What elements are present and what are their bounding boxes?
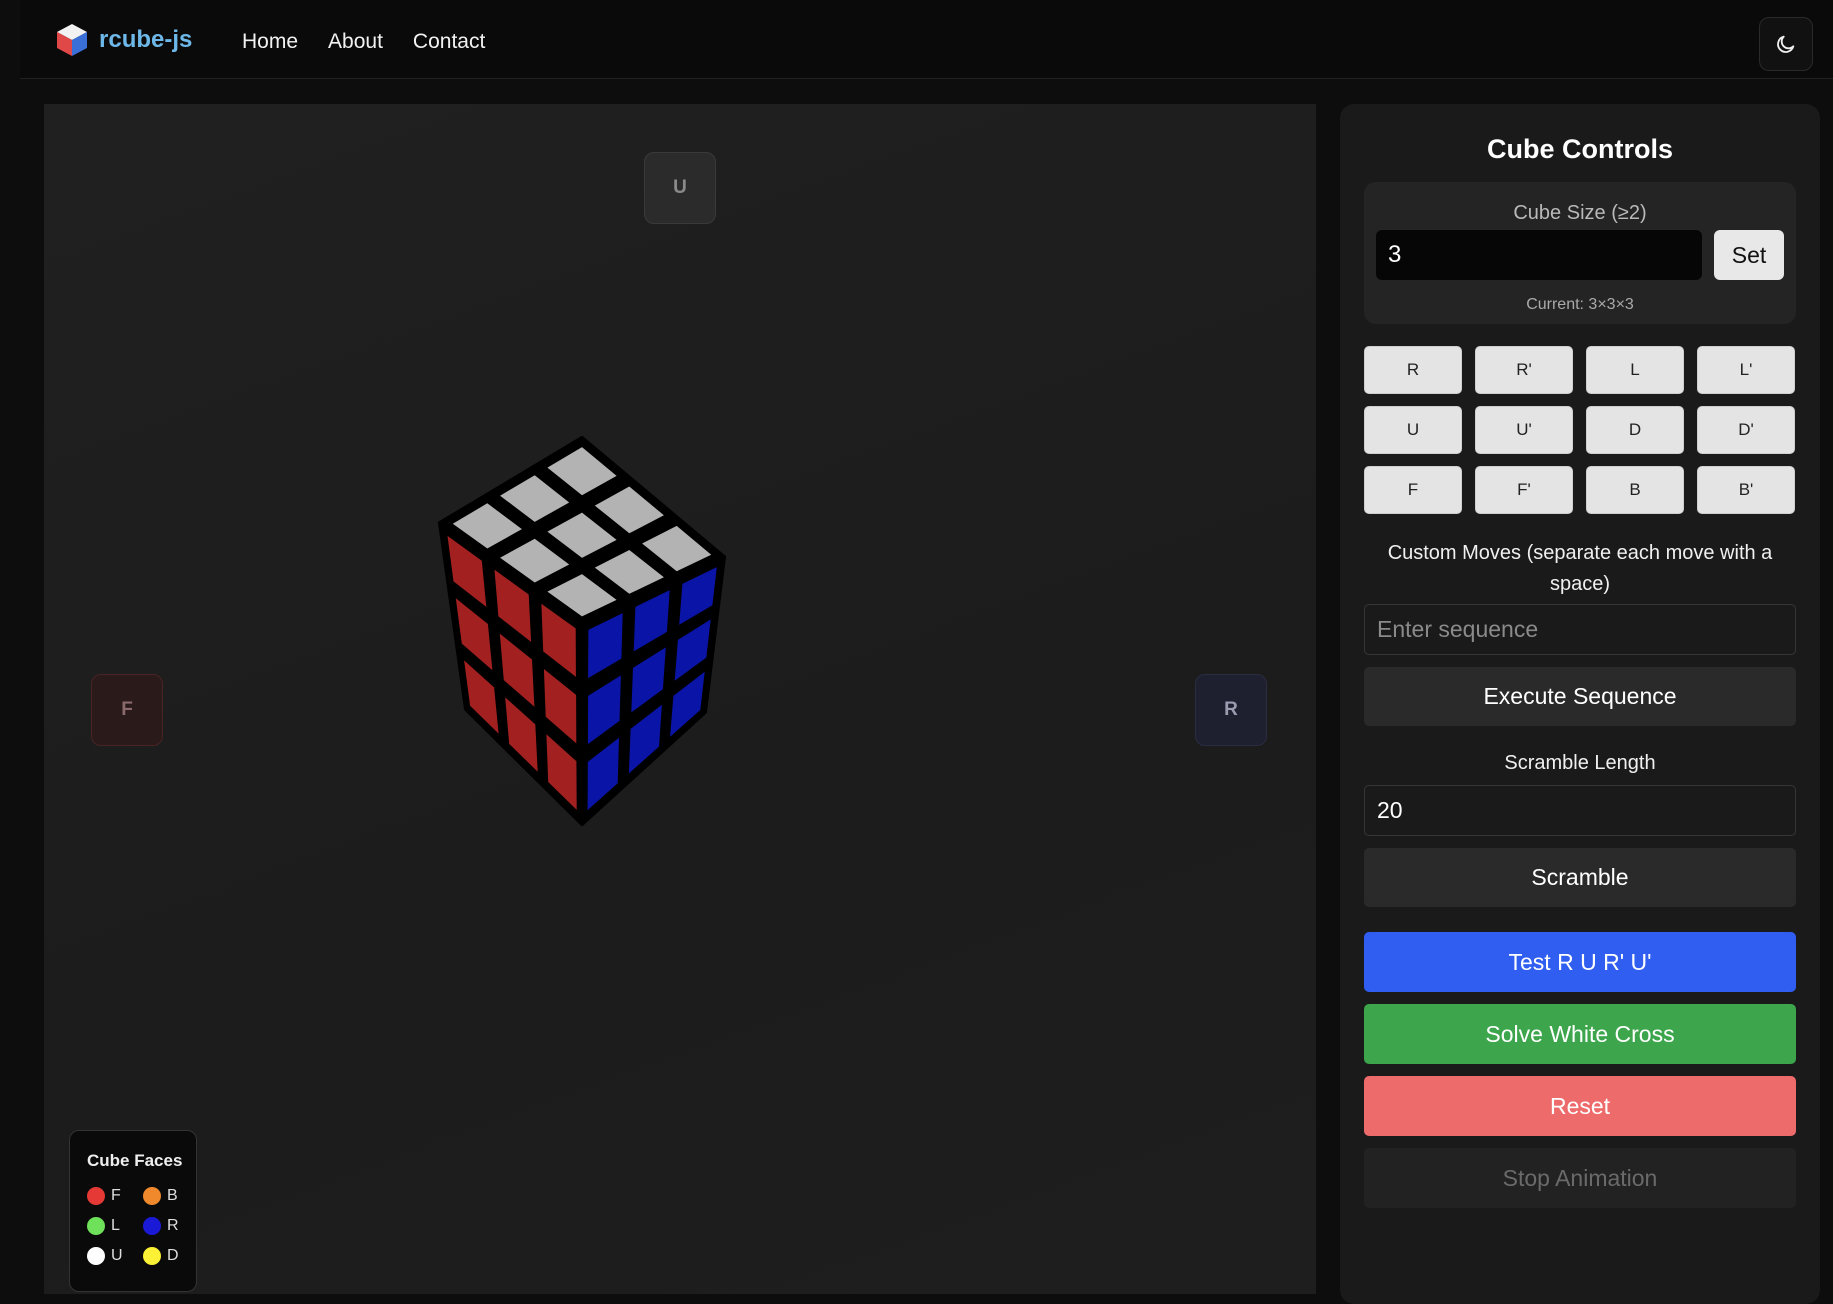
nav-contact-link[interactable]: Contact — [413, 30, 485, 54]
cube-size-section: Cube Size (≥2) Set Current: 3×3×3 — [1364, 182, 1796, 324]
move-button-b-prime[interactable]: B' — [1697, 466, 1795, 514]
brand-name: rcube-js — [99, 26, 193, 53]
nav-about-link[interactable]: About — [328, 30, 383, 54]
current-size-text: Current: 3×3×3 — [1526, 296, 1634, 313]
reset-button[interactable]: Reset — [1364, 1076, 1796, 1136]
cube-size-input[interactable] — [1376, 230, 1702, 280]
move-button-l-prime[interactable]: L' — [1697, 346, 1795, 394]
legend-grid: F B L R U D — [87, 1187, 193, 1265]
color-dot-icon — [87, 1217, 105, 1235]
cube-controls-panel: Cube Controls Cube Size (≥2) Set Current… — [1340, 104, 1820, 1304]
custom-moves-label: Custom Moves (separate each move with a … — [1387, 542, 1773, 595]
legend-title: Cube Faces — [87, 1151, 183, 1170]
cube-faces-legend: Cube Faces F B L R U D — [69, 1130, 197, 1292]
legend-item: R — [143, 1217, 193, 1235]
legend-item: D — [143, 1247, 193, 1265]
move-button-r[interactable]: R — [1364, 346, 1462, 394]
move-buttons-grid: R R' L L' U U' D D' F F' B B' — [1364, 346, 1796, 514]
color-dot-icon — [143, 1187, 161, 1205]
nav-home-link[interactable]: Home — [242, 30, 298, 54]
rubiks-cube[interactable] — [44, 104, 1316, 1294]
move-button-f-prime[interactable]: F' — [1475, 466, 1573, 514]
move-button-u-prime[interactable]: U' — [1475, 406, 1573, 454]
move-button-b[interactable]: B — [1586, 466, 1684, 514]
set-size-button[interactable]: Set — [1714, 230, 1784, 280]
theme-toggle-button[interactable] — [1759, 17, 1813, 71]
legend-item: U — [87, 1247, 143, 1265]
move-button-d[interactable]: D — [1586, 406, 1684, 454]
cube-logo-icon — [57, 24, 87, 56]
move-button-l[interactable]: L — [1586, 346, 1684, 394]
move-button-r-prime[interactable]: R' — [1475, 346, 1573, 394]
color-dot-icon — [87, 1187, 105, 1205]
header: rcube-js Home About Contact — [20, 0, 1833, 79]
color-dot-icon — [143, 1217, 161, 1235]
color-dot-icon — [143, 1247, 161, 1265]
color-dot-icon — [87, 1247, 105, 1265]
main-nav: Home About Contact — [242, 30, 485, 54]
move-button-u[interactable]: U — [1364, 406, 1462, 454]
sequence-input[interactable] — [1364, 604, 1796, 655]
execute-sequence-button[interactable]: Execute Sequence — [1364, 667, 1796, 726]
solve-white-cross-button[interactable]: Solve White Cross — [1364, 1004, 1796, 1064]
legend-item: L — [87, 1217, 143, 1235]
cube-viewport[interactable]: U F R Cube Faces F B L R U D — [44, 104, 1316, 1294]
scramble-length-input[interactable] — [1364, 785, 1796, 836]
move-button-f[interactable]: F — [1364, 466, 1462, 514]
legend-item: B — [143, 1187, 193, 1205]
move-button-d-prime[interactable]: D' — [1697, 406, 1795, 454]
stop-animation-button[interactable]: Stop Animation — [1364, 1148, 1796, 1208]
legend-item: F — [87, 1187, 143, 1205]
logo[interactable]: rcube-js — [55, 22, 192, 58]
scramble-button[interactable]: Scramble — [1364, 848, 1796, 907]
cube-size-label: Cube Size (≥2) — [1513, 202, 1647, 224]
panel-title: Cube Controls — [1487, 134, 1673, 164]
test-sequence-button[interactable]: Test R U R' U' — [1364, 932, 1796, 992]
moon-icon — [1777, 35, 1795, 53]
scramble-length-label: Scramble Length — [1504, 752, 1656, 774]
